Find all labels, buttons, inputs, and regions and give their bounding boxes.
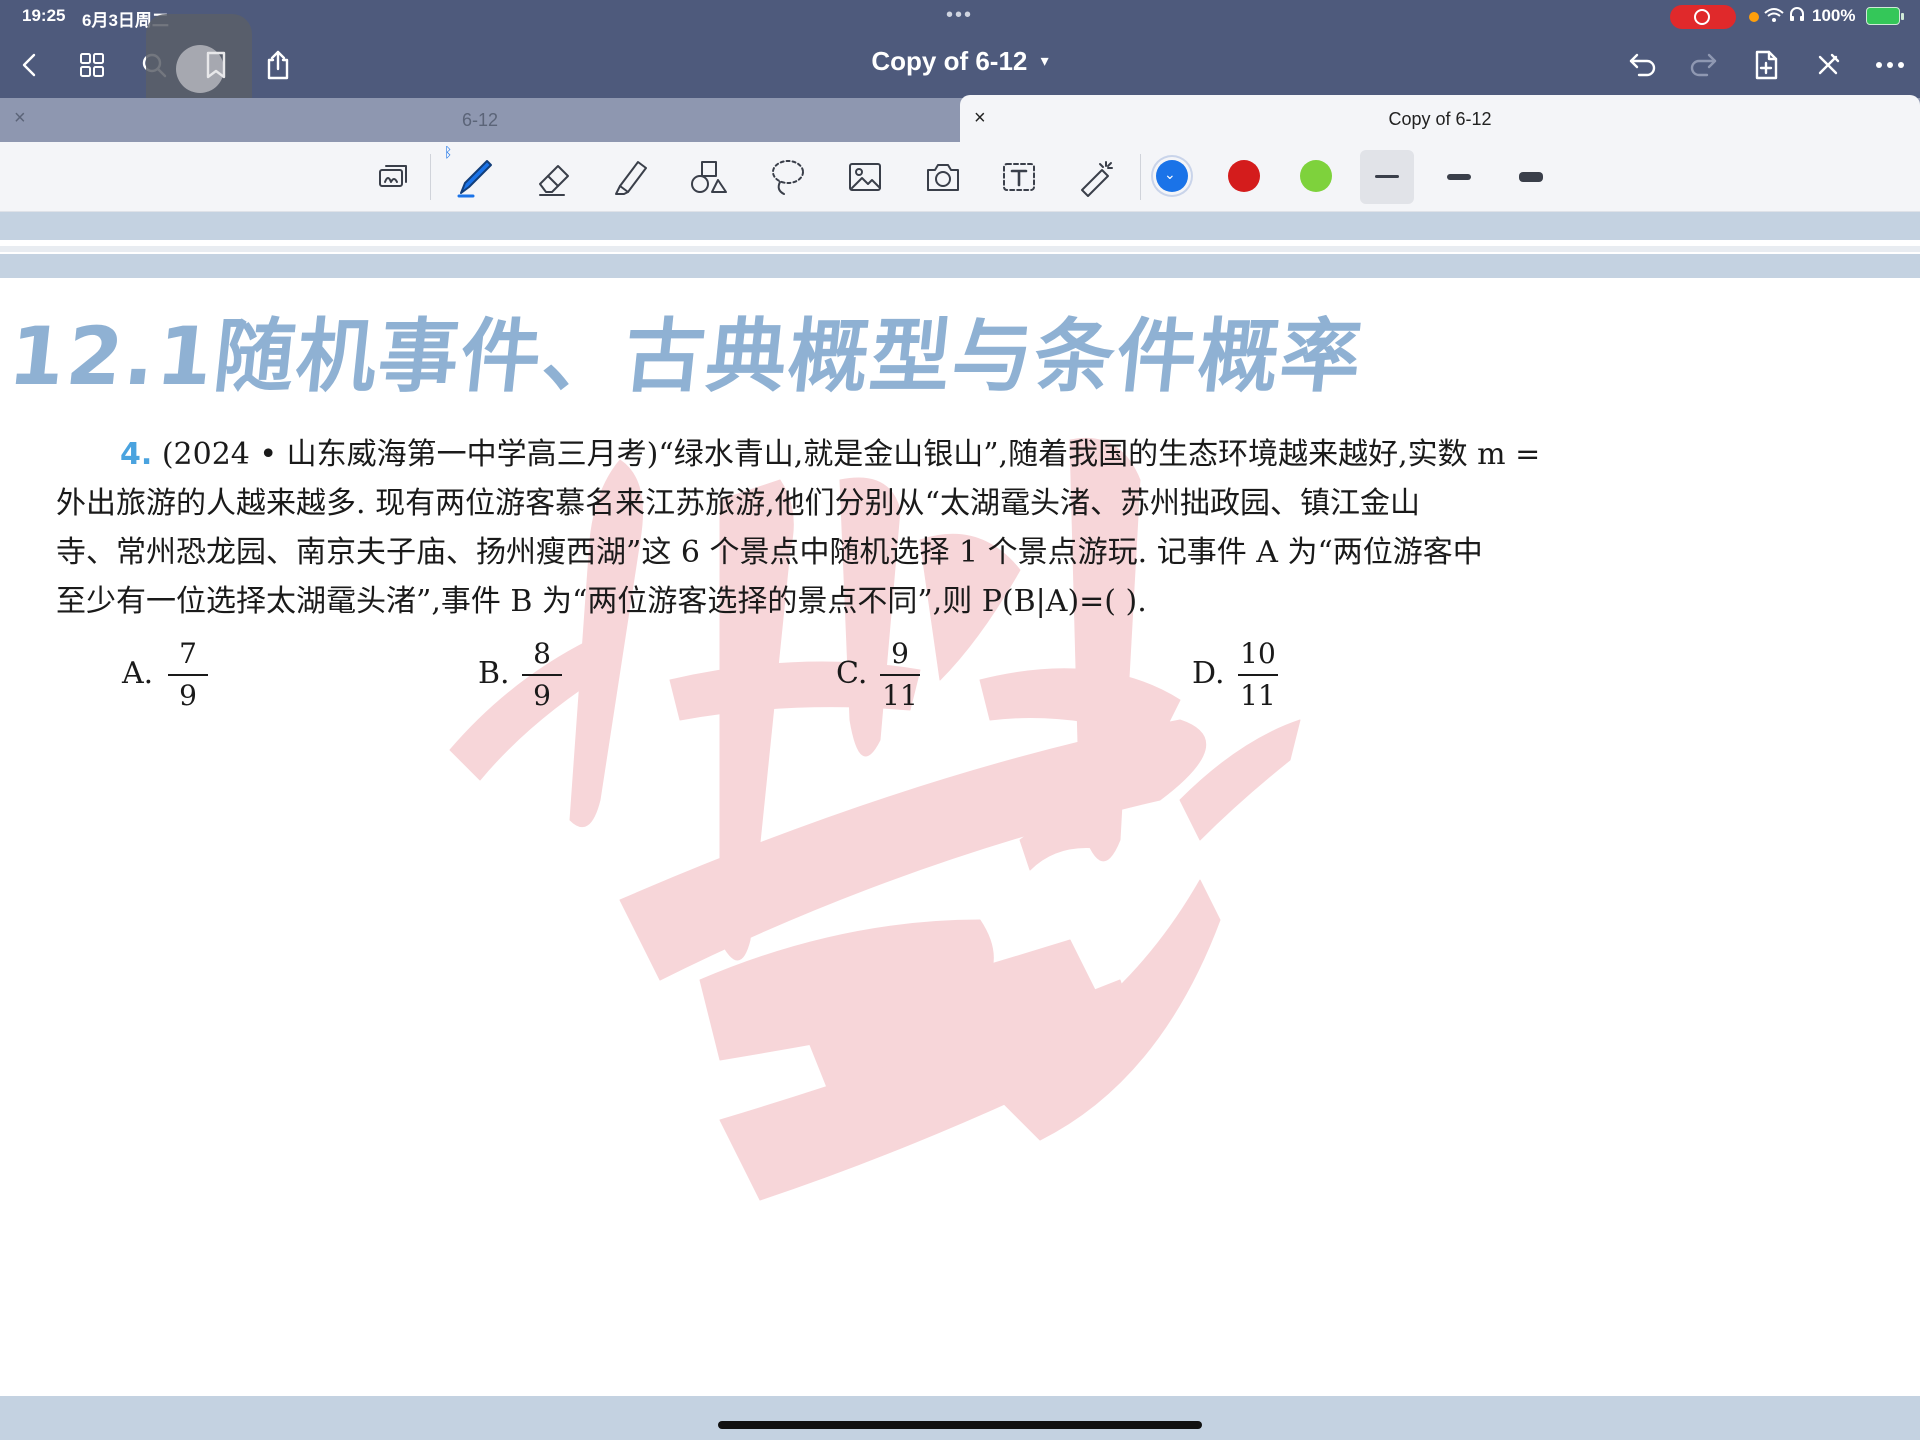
eraser-icon[interactable] [528,150,582,204]
fraction-denominator: 11 [882,679,918,712]
shapes-icon[interactable] [682,150,736,204]
tab-inactive[interactable]: × 6-12 [0,98,960,142]
fraction-numerator: 9 [891,637,909,670]
bluetooth-icon: ᛒ [444,144,453,160]
section-heading: 12.1随机事件、古典概型与条件概率 [4,310,1368,403]
color-swatch-green[interactable] [1300,160,1332,192]
multitasking-dots-icon[interactable]: ••• [946,4,973,27]
highlighter-icon[interactable] [604,150,658,204]
bookmark-button[interactable] [194,43,238,87]
redo-button[interactable] [1682,43,1726,87]
color-swatch-blue[interactable]: ⌄ [1156,160,1188,192]
question-number: 4. [120,437,153,472]
undo-button[interactable] [1620,43,1664,87]
tab-label: Copy of 6-12 [1388,109,1492,129]
app-window: 19:25 6月3日周二 ••• 100% Copy of 6-12 ▾ × 6… [0,0,1920,1440]
tab-active[interactable]: × Copy of 6-12 [960,95,1920,142]
stroke-thin-button[interactable] [1360,150,1414,204]
option-c-fraction: 9 11 [880,636,920,714]
drawing-toolbar: ᛒ ⌄ [0,142,1920,212]
header-band [0,246,1920,252]
wifi-icon [1764,7,1784,28]
option-b-fraction: 8 9 [522,636,562,714]
fraction-numerator: 10 [1240,637,1276,670]
battery-percentage: 100% [1812,6,1856,25]
share-button[interactable] [256,43,300,87]
question-block: 4. (2024 • 山东威海第一中学高三月考)“绿水青山,就是金山银山”,随着… [56,430,1676,626]
question-line: 至少有一位选择太湖鼋头渚”,事件 B 为“两位游客选择的景点不同”,则 P(B|… [56,584,1147,619]
option-letter: B. [478,656,510,691]
fraction-numerator: 7 [179,637,197,670]
document-title: Copy of 6-12 [871,46,1028,76]
fraction-bar [168,674,208,676]
color-swatch-red[interactable] [1228,160,1260,192]
camera-icon[interactable] [916,150,970,204]
stroke-thick-button[interactable] [1504,150,1558,204]
option-letter: A. [122,656,154,691]
lasso-icon[interactable] [760,150,814,204]
laser-pointer-icon[interactable] [1070,150,1124,204]
fraction-denominator: 9 [533,679,551,712]
battery-icon [1866,7,1904,25]
fraction-denominator: 9 [179,679,197,712]
question-text: (2024 • 山东威海第一中学高三月考)“绿水青山,就是金山银山”,随着我国的… [161,437,1541,472]
question-line: 寺、常州恐龙园、南京夫子庙、扬州瘦西湖”这 6 个景点中随机选择 1 个景点游玩… [56,535,1483,570]
home-indicator[interactable] [718,1421,1202,1429]
header-band [0,254,1920,278]
option-d-fraction: 10 11 [1238,636,1278,714]
option-letter: D. [1192,656,1225,691]
tab-bar: × 6-12 × Copy of 6-12 [0,95,1920,142]
fraction-bar [880,674,920,676]
screen-recording-icon[interactable] [1670,5,1736,29]
more-options-button[interactable] [1868,43,1912,87]
status-time: 19:25 [22,6,66,25]
toolbar-divider [1140,154,1141,200]
chevron-down-icon: ⌄ [1164,166,1176,182]
fraction-bar [1238,674,1278,676]
tab-label: 6-12 [461,110,499,130]
question-line: 外出旅游的人越来越多. 现有两位游客慕名来江苏旅游,他们分别从“太湖鼋头渚、苏州… [56,486,1420,521]
option-a-fraction: 7 9 [168,636,208,714]
option-letter: C. [836,656,868,691]
page-footer-band [0,1396,1920,1440]
header-band [0,212,1920,240]
document-title-button[interactable]: Copy of 6-12 ▾ [820,46,1100,77]
close-edit-button[interactable] [1806,43,1850,87]
top-bar: 19:25 6月3日周二 ••• 100% Copy of 6-12 ▾ [0,0,1920,120]
stroke-medium-button[interactable] [1432,150,1486,204]
headphones-icon [1789,6,1805,27]
mic-indicator-icon [1749,12,1759,22]
add-page-button[interactable] [1744,43,1788,87]
fraction-numerator: 8 [533,637,551,670]
back-button[interactable] [8,43,52,87]
fraction-denominator: 11 [1240,679,1276,712]
toolbar-divider [430,154,431,200]
thumbnails-grid-button[interactable] [70,43,114,87]
pen-icon[interactable]: ᛒ [444,144,502,204]
shapes-recognizer-icon[interactable] [366,150,420,204]
text-box-icon[interactable] [992,150,1046,204]
answer-options: A. 7 9 B. 8 9 C. 9 11 D. 10 11 [122,636,1422,716]
chevron-down-icon: ▾ [1040,53,1049,70]
question-line: 4. (2024 • 山东威海第一中学高三月考)“绿水青山,就是金山银山”,随着… [56,430,1676,479]
fraction-bar [522,674,562,676]
image-icon[interactable] [838,150,892,204]
